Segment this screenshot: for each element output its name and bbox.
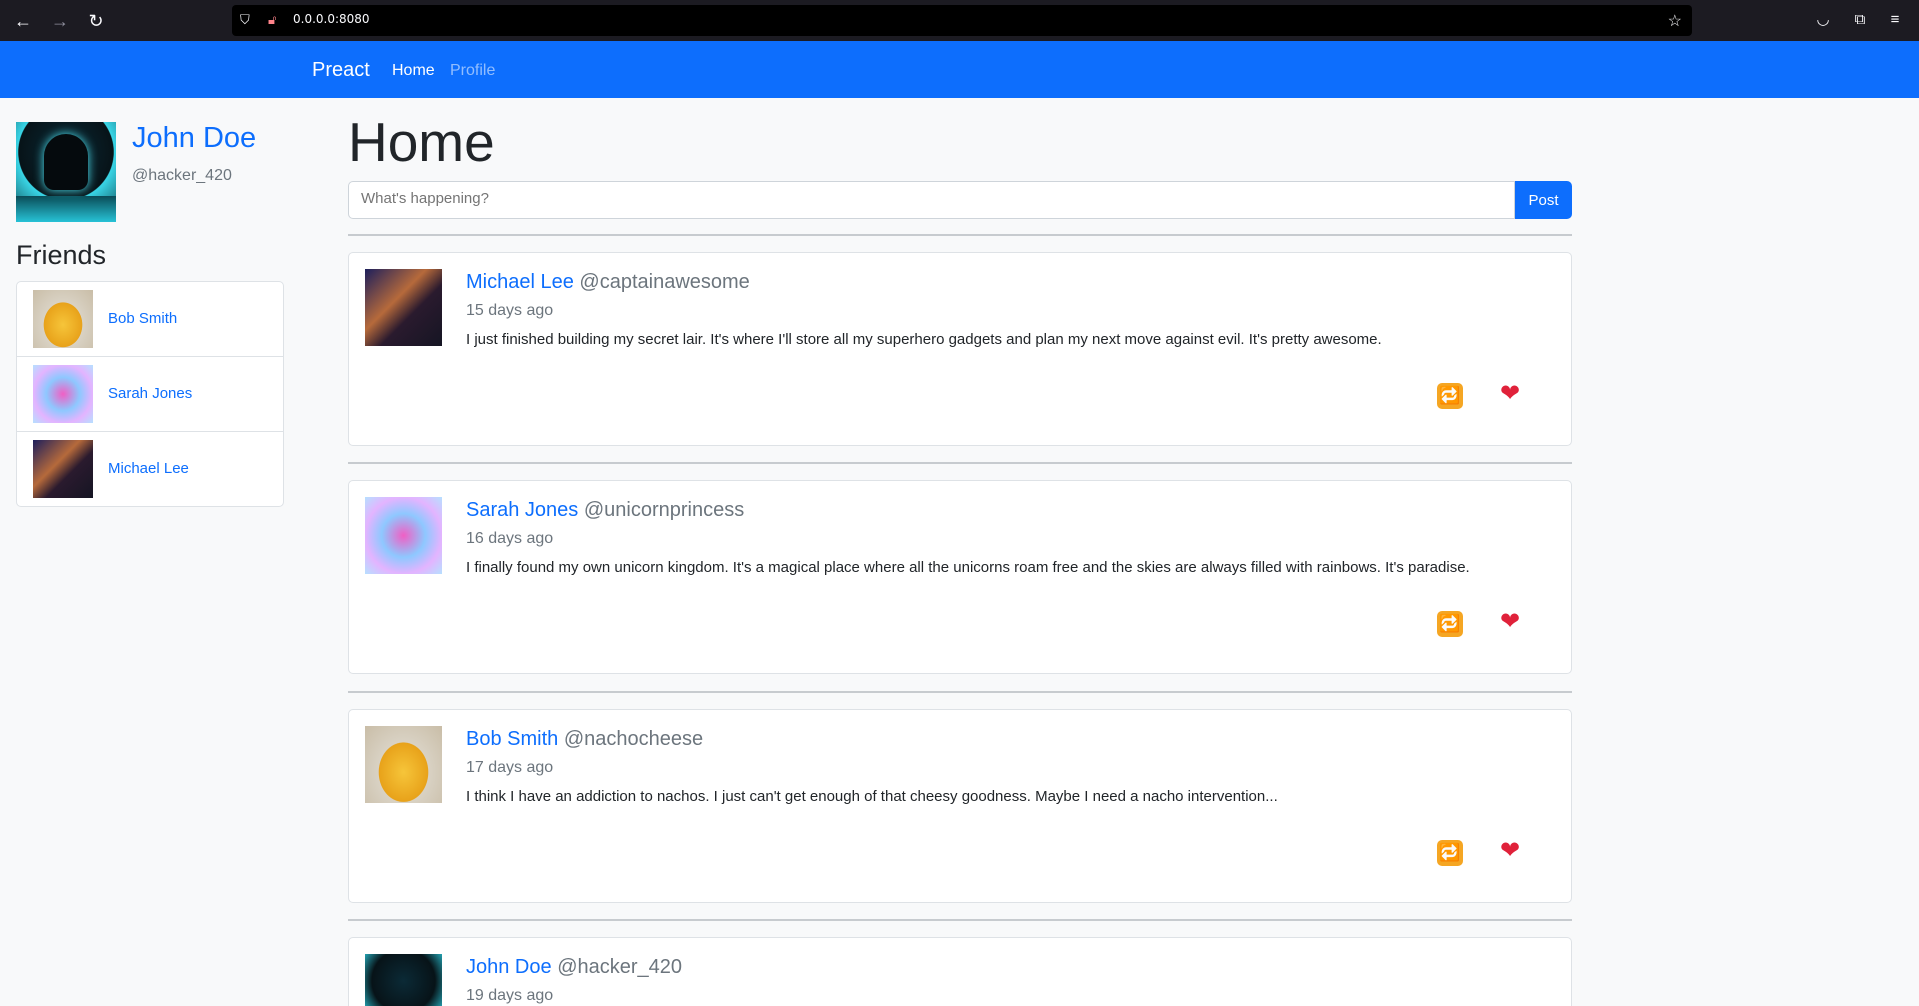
url-text[interactable]: 0.0.0.0:8080 xyxy=(293,12,370,26)
shield-icon[interactable]: ⛉ xyxy=(240,12,256,28)
profile-name[interactable]: John Doe xyxy=(132,122,256,155)
nav-link-home[interactable]: Home xyxy=(392,62,435,80)
brand-logo[interactable]: Preact xyxy=(312,59,370,82)
nav-link-profile[interactable]: Profile xyxy=(450,62,495,80)
post-body: I finally found my own unicorn kingdom. … xyxy=(466,559,1470,576)
friend-avatar xyxy=(33,365,93,423)
divider xyxy=(348,691,1572,693)
friend-item-bob-smith[interactable]: Bob Smith xyxy=(17,282,283,357)
post-author: Sarah Jones @unicornprincess xyxy=(466,499,744,522)
post-author-handle: @captainawesome xyxy=(579,271,750,293)
post-author-name[interactable]: Michael Lee xyxy=(466,271,574,293)
address-bar[interactable]: ⛉ 🔓︎ 0.0.0.0:8080 ☆ xyxy=(232,5,1692,36)
pocket-icon[interactable]: ◡ xyxy=(1812,9,1834,31)
post-timestamp: 15 days ago xyxy=(466,302,554,319)
post-author: Bob Smith @nachocheese xyxy=(466,728,703,751)
insecure-lock-icon[interactable]: 🔓︎ xyxy=(268,12,284,28)
post-author-name[interactable]: Sarah Jones xyxy=(466,499,578,521)
post-author-name[interactable]: Bob Smith xyxy=(466,728,558,750)
forward-arrow-icon[interactable]: → xyxy=(47,8,73,34)
post-card: Michael Lee @captainawesome 15 days ago … xyxy=(348,252,1572,446)
browser-toolbar: ← → ↻ ⛉ 🔓︎ 0.0.0.0:8080 ☆ ◡ ⧉ ≡ xyxy=(0,0,1919,41)
post-timestamp: 19 days ago xyxy=(466,987,554,1004)
friend-avatar xyxy=(33,290,93,348)
reload-icon[interactable]: ↻ xyxy=(83,8,109,34)
profile-handle: @hacker_420 xyxy=(132,167,232,184)
post-body: I just finished building my secret lair.… xyxy=(466,331,1382,348)
post-author-handle: @hacker_420 xyxy=(557,956,683,978)
extensions-icon[interactable]: ⧉ xyxy=(1849,9,1871,31)
page-title: Home xyxy=(348,111,495,173)
friend-avatar xyxy=(33,440,93,498)
friends-heading: Friends xyxy=(16,240,107,270)
friend-item-michael-lee[interactable]: Michael Lee xyxy=(17,432,283,507)
compose-input[interactable] xyxy=(348,181,1515,219)
retweet-icon[interactable]: 🔁 xyxy=(1437,611,1463,637)
bookmark-star-icon[interactable]: ☆ xyxy=(1668,11,1682,31)
post-author: John Doe @hacker_420 xyxy=(466,956,682,979)
post-avatar xyxy=(365,726,442,803)
friends-list: Bob Smith Sarah Jones Michael Lee xyxy=(16,281,284,507)
profile-avatar xyxy=(16,122,116,222)
friend-name[interactable]: Sarah Jones xyxy=(108,385,192,402)
post-avatar xyxy=(365,954,442,1006)
post-body: I think I have an addiction to nachos. I… xyxy=(466,788,1278,805)
post-button[interactable]: Post xyxy=(1515,181,1572,219)
retweet-icon[interactable]: 🔁 xyxy=(1437,383,1463,409)
post-author-handle: @nachocheese xyxy=(563,728,704,750)
heart-icon[interactable]: ❤ xyxy=(1497,838,1523,864)
post-author: Michael Lee @captainawesome xyxy=(466,271,750,294)
divider xyxy=(348,234,1572,236)
friend-name[interactable]: Bob Smith xyxy=(108,310,177,327)
post-author-handle: @unicornprincess xyxy=(583,499,745,521)
post-timestamp: 17 days ago xyxy=(466,759,554,776)
hamburger-menu-icon[interactable]: ≡ xyxy=(1884,9,1906,31)
divider xyxy=(348,919,1572,921)
back-arrow-icon[interactable]: ← xyxy=(10,8,36,34)
post-author-name[interactable]: John Doe xyxy=(466,956,552,978)
post-avatar xyxy=(365,497,442,574)
post-card: Sarah Jones @unicornprincess 16 days ago… xyxy=(348,480,1572,674)
friend-name[interactable]: Michael Lee xyxy=(108,460,189,477)
app-navbar: Preact Home Profile xyxy=(0,41,1919,98)
friend-item-sarah-jones[interactable]: Sarah Jones xyxy=(17,357,283,432)
post-card: Bob Smith @nachocheese 17 days ago I thi… xyxy=(348,709,1572,903)
heart-icon[interactable]: ❤ xyxy=(1497,609,1523,635)
divider xyxy=(348,462,1572,464)
post-card: John Doe @hacker_420 19 days ago xyxy=(348,937,1572,1006)
retweet-icon[interactable]: 🔁 xyxy=(1437,840,1463,866)
heart-icon[interactable]: ❤ xyxy=(1497,381,1523,407)
post-avatar xyxy=(365,269,442,346)
post-timestamp: 16 days ago xyxy=(466,530,554,547)
